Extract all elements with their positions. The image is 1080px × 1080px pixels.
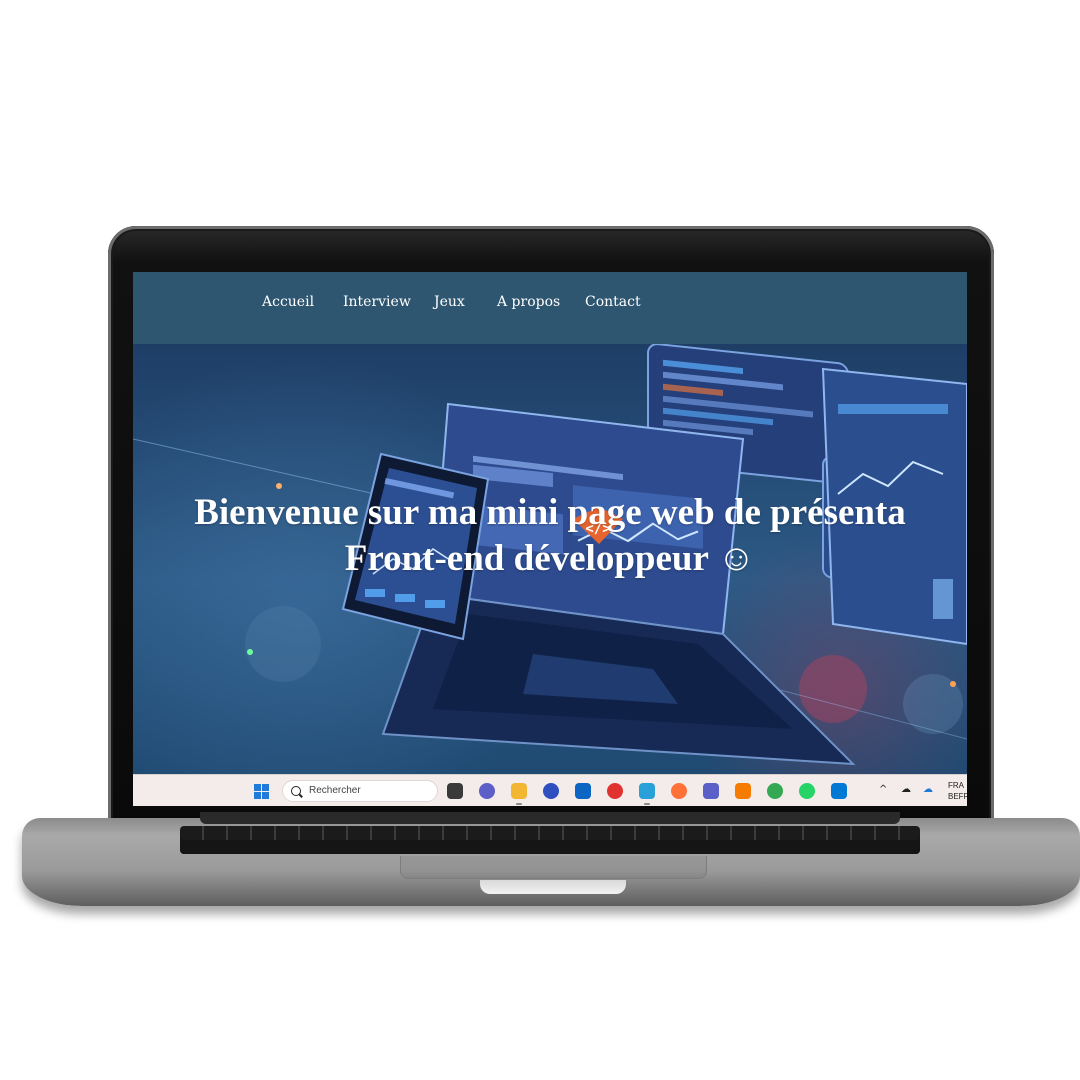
tray-onedrive-icon[interactable]: ☁ xyxy=(923,784,933,795)
search-placeholder: Rechercher xyxy=(309,785,361,796)
whatsapp-icon[interactable] xyxy=(799,783,815,799)
laptop-notch xyxy=(480,880,626,894)
laptop-hinge xyxy=(200,812,900,824)
tray-network-icon[interactable]: ☁ xyxy=(901,784,911,795)
teams-chat-icon[interactable] xyxy=(479,783,495,799)
hero-section: </> Bienvenue sur ma mini page web de pr… xyxy=(133,344,967,774)
nav-link-interview[interactable]: Interview xyxy=(343,294,411,310)
teams-icon[interactable] xyxy=(703,783,719,799)
running-indicator xyxy=(516,803,522,805)
hero-title-line1: Bienvenue sur ma mini page web de présen… xyxy=(194,492,906,533)
tray-chevron-icon[interactable]: ^ xyxy=(879,784,887,795)
xampp-icon[interactable] xyxy=(735,783,751,799)
file-explorer-icon[interactable] xyxy=(511,783,527,799)
windows-start-icon[interactable] xyxy=(254,784,270,800)
taskbar-search-input[interactable]: Rechercher xyxy=(282,780,438,802)
running-indicator xyxy=(644,803,650,805)
site-navigation: Accueil Interview Jeux A propos Contact xyxy=(133,272,967,344)
outlook-icon[interactable] xyxy=(575,783,591,799)
nav-link-contact[interactable]: Contact xyxy=(585,294,641,310)
nav-link-a-propos[interactable]: A propos xyxy=(497,294,560,310)
language-indicator[interactable]: FRA BEFR xyxy=(948,780,967,802)
keyboard-layout: BEFR xyxy=(948,792,967,801)
firefox-icon[interactable] xyxy=(671,783,687,799)
language-code: FRA xyxy=(948,781,964,790)
nav-link-accueil[interactable]: Accueil xyxy=(262,294,314,310)
task-view-icon[interactable] xyxy=(447,783,463,799)
browser-app-icon[interactable] xyxy=(543,783,559,799)
laptop-trackpad xyxy=(400,856,707,879)
laptop-keyboard xyxy=(180,826,920,854)
snipping-tool-icon[interactable] xyxy=(639,783,655,799)
ccleaner-icon[interactable] xyxy=(607,783,623,799)
nav-link-jeux[interactable]: Jeux xyxy=(434,294,465,310)
vscode-icon[interactable] xyxy=(831,783,847,799)
hero-title: Bienvenue sur ma mini page web de présen… xyxy=(133,490,967,582)
search-icon xyxy=(291,786,301,796)
windows-taskbar: Rechercher ^ ☁ ☁ FRA BEFR xyxy=(133,774,967,806)
hero-title-line2: Front-end développeur ☺ xyxy=(344,538,756,579)
laptop-screen: Accueil Interview Jeux A propos Contact xyxy=(133,272,967,806)
chrome-icon[interactable] xyxy=(767,783,783,799)
